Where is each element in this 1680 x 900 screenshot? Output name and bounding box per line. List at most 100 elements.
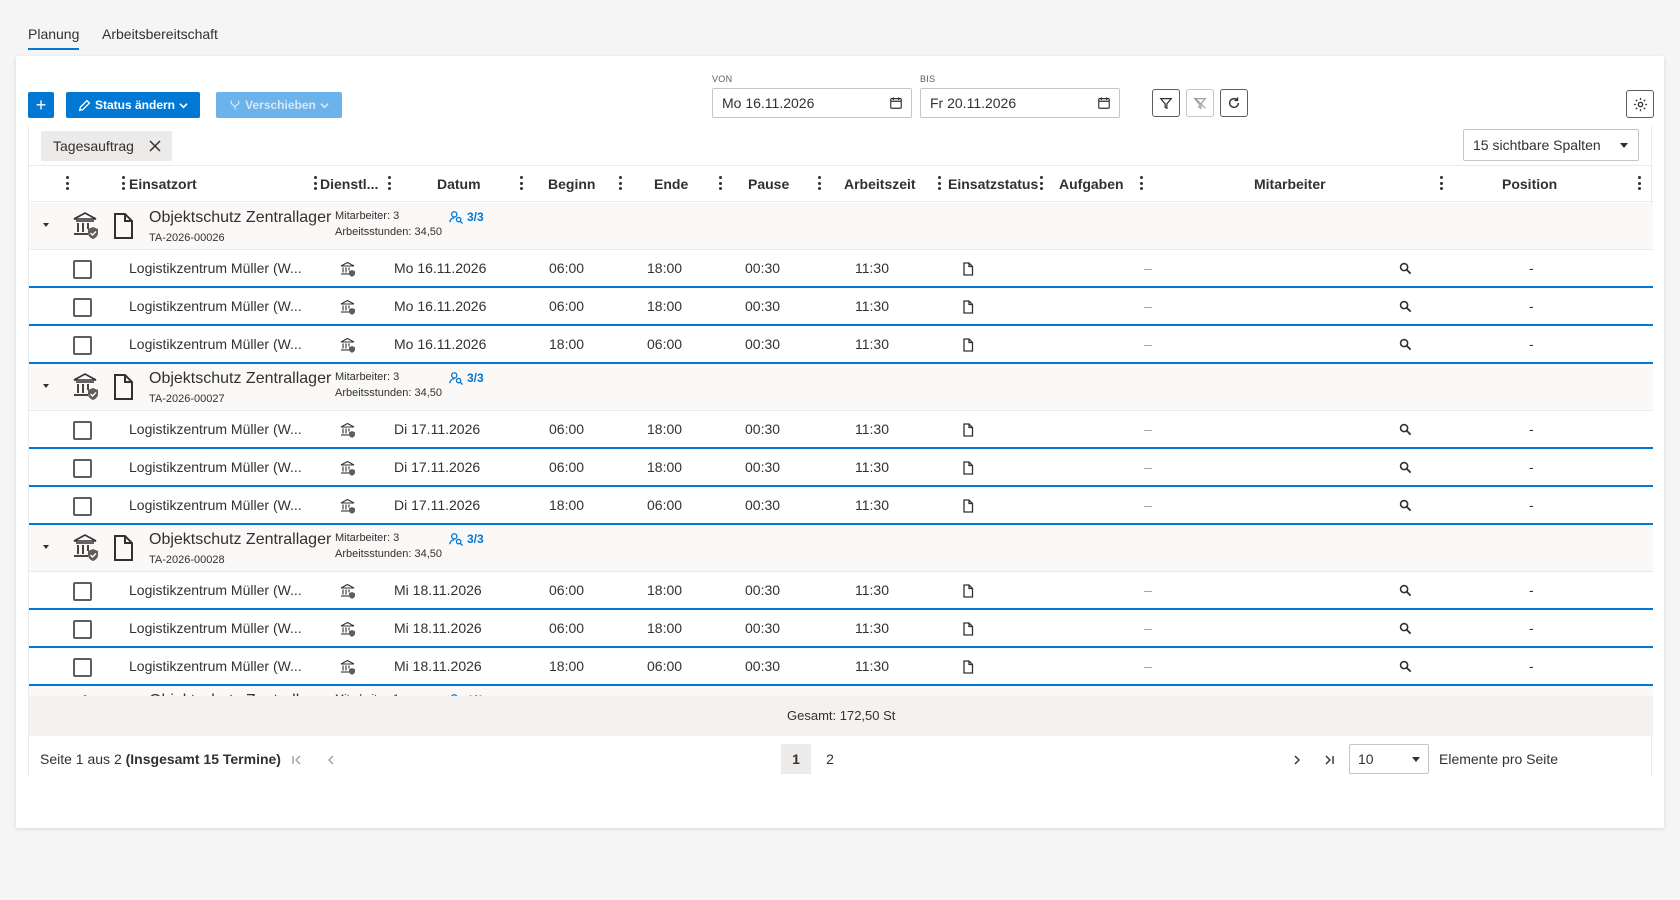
cell-employee-search[interactable] [1399,262,1412,278]
search-icon[interactable] [1399,461,1412,474]
clear-filter-button[interactable] [1186,89,1214,117]
cell-einsatzort[interactable]: Logistikzentrum Müller (W... [129,620,302,636]
cell-employee-search[interactable] [1399,660,1412,676]
row-checkbox[interactable] [73,260,92,279]
assigned-employees-link[interactable]: 3/3 [449,532,484,546]
search-icon[interactable] [1399,262,1412,275]
row-checkbox[interactable] [73,336,92,355]
order-document-icon[interactable] [111,212,135,243]
order-document-icon[interactable] [111,373,135,404]
filter-button[interactable] [1152,89,1180,117]
row-checkbox[interactable] [73,298,92,317]
row-checkbox[interactable] [73,658,92,677]
cell-status-icon[interactable] [962,622,974,639]
collapse-chevron-icon[interactable] [43,223,49,227]
visible-columns-select[interactable]: 15 sichtbare Spalten [1463,129,1639,161]
page-2-button[interactable]: 2 [815,744,845,774]
table-row[interactable]: Logistikzentrum Müller (W... Mi 18.11.20… [29,572,1653,610]
cell-einsatzort[interactable]: Logistikzentrum Müller (W... [129,459,302,475]
search-icon[interactable] [1399,584,1412,597]
cell-einsatzort[interactable]: Logistikzentrum Müller (W... [129,582,302,598]
cell-employee-search[interactable] [1399,499,1412,515]
refresh-button[interactable] [1220,89,1248,117]
row-checkbox[interactable] [73,620,92,639]
cell-employee-search[interactable] [1399,423,1412,439]
tab-arbeitsbereitschaft[interactable]: Arbeitsbereitschaft [102,26,218,42]
column-menu-icon[interactable] [1637,176,1641,190]
add-button[interactable]: + [28,92,54,118]
cell-einsatzort[interactable]: Logistikzentrum Müller (W... [129,336,302,352]
column-menu-icon[interactable] [1139,176,1143,190]
column-menu-icon[interactable] [313,176,317,190]
cell-status-icon[interactable] [962,660,974,677]
order-document-icon[interactable] [111,534,135,565]
per-page-select[interactable]: 10 [1349,744,1429,774]
col-position[interactable]: Position [1502,176,1557,192]
cell-einsatzort[interactable]: Logistikzentrum Müller (W... [129,658,302,674]
page-1-button[interactable]: 1 [781,744,811,774]
group-row[interactable]: Objektschutz Zentrallager TA-2026-00027 … [29,364,1653,411]
cell-employee-search[interactable] [1399,584,1412,600]
close-icon[interactable] [148,139,162,153]
row-checkbox[interactable] [73,582,92,601]
col-beginn[interactable]: Beginn [548,176,595,192]
search-icon[interactable] [1399,423,1412,436]
cell-einsatzort[interactable]: Logistikzentrum Müller (W... [129,298,302,314]
cell-status-icon[interactable] [962,423,974,440]
calendar-icon[interactable] [889,96,903,110]
column-menu-icon[interactable] [1439,176,1443,190]
col-ende[interactable]: Ende [654,176,688,192]
table-row[interactable]: Logistikzentrum Müller (W... Mi 18.11.20… [29,648,1653,686]
cell-einsatzort[interactable]: Logistikzentrum Müller (W... [129,421,302,437]
assigned-employees-link[interactable]: 3/3 [449,371,484,385]
cell-status-icon[interactable] [962,262,974,279]
column-menu-icon[interactable] [387,176,391,190]
table-row[interactable]: Logistikzentrum Müller (W... Mo 16.11.20… [29,288,1653,326]
col-arbeitszeit[interactable]: Arbeitszeit [844,176,916,192]
cell-employee-search[interactable] [1399,300,1412,316]
table-row[interactable]: Logistikzentrum Müller (W... Mo 16.11.20… [29,250,1653,288]
collapse-chevron-icon[interactable] [43,384,49,388]
cell-status-icon[interactable] [962,300,974,317]
calendar-icon[interactable] [1097,96,1111,110]
group-row[interactable]: Objektschutz Zentrallager TA-2026-00026 … [29,203,1653,250]
column-menu-icon[interactable] [937,176,941,190]
cell-einsatzort[interactable]: Logistikzentrum Müller (W... [129,260,302,276]
cell-employee-search[interactable] [1399,461,1412,477]
col-mitarbeiter[interactable]: Mitarbeiter [1254,176,1326,192]
cell-employee-search[interactable] [1399,622,1412,638]
search-icon[interactable] [1399,622,1412,635]
col-einsatzstatus[interactable]: Einsatzstatus [948,176,1038,192]
table-row[interactable]: Logistikzentrum Müller (W... Di 17.11.20… [29,449,1653,487]
row-checkbox[interactable] [73,459,92,478]
table-row[interactable]: Logistikzentrum Müller (W... Mi 18.11.20… [29,610,1653,648]
search-icon[interactable] [1399,660,1412,673]
tab-planung[interactable]: Planung [28,26,80,50]
next-page-icon[interactable] [1291,754,1303,766]
column-menu-icon[interactable] [519,176,523,190]
search-icon[interactable] [1399,300,1412,313]
column-menu-icon[interactable] [1039,176,1043,190]
cell-employee-search[interactable] [1399,338,1412,354]
prev-page-icon[interactable] [325,754,337,766]
table-row[interactable]: Logistikzentrum Müller (W... Di 17.11.20… [29,411,1653,449]
search-icon[interactable] [1399,338,1412,351]
first-page-icon[interactable] [291,754,303,766]
row-checkbox[interactable] [73,421,92,440]
from-date-input[interactable]: Mo 16.11.2026 [712,88,912,118]
col-einsatzort[interactable]: Einsatzort [129,176,197,192]
table-row[interactable]: Logistikzentrum Müller (W... Mo 16.11.20… [29,326,1653,364]
column-menu-icon[interactable] [718,176,722,190]
move-button[interactable]: Verschieben [216,92,342,118]
to-date-input[interactable]: Fr 20.11.2026 [920,88,1120,118]
row-checkbox[interactable] [73,497,92,516]
column-menu-icon[interactable] [121,176,125,190]
cell-status-icon[interactable] [962,499,974,516]
col-datum[interactable]: Datum [437,176,481,192]
cell-einsatzort[interactable]: Logistikzentrum Müller (W... [129,497,302,513]
col-dienstleistung[interactable]: Dienstl... [320,176,378,192]
column-menu-icon[interactable] [65,176,69,190]
last-page-icon[interactable] [1323,754,1335,766]
column-menu-icon[interactable] [618,176,622,190]
col-pause[interactable]: Pause [748,176,789,192]
